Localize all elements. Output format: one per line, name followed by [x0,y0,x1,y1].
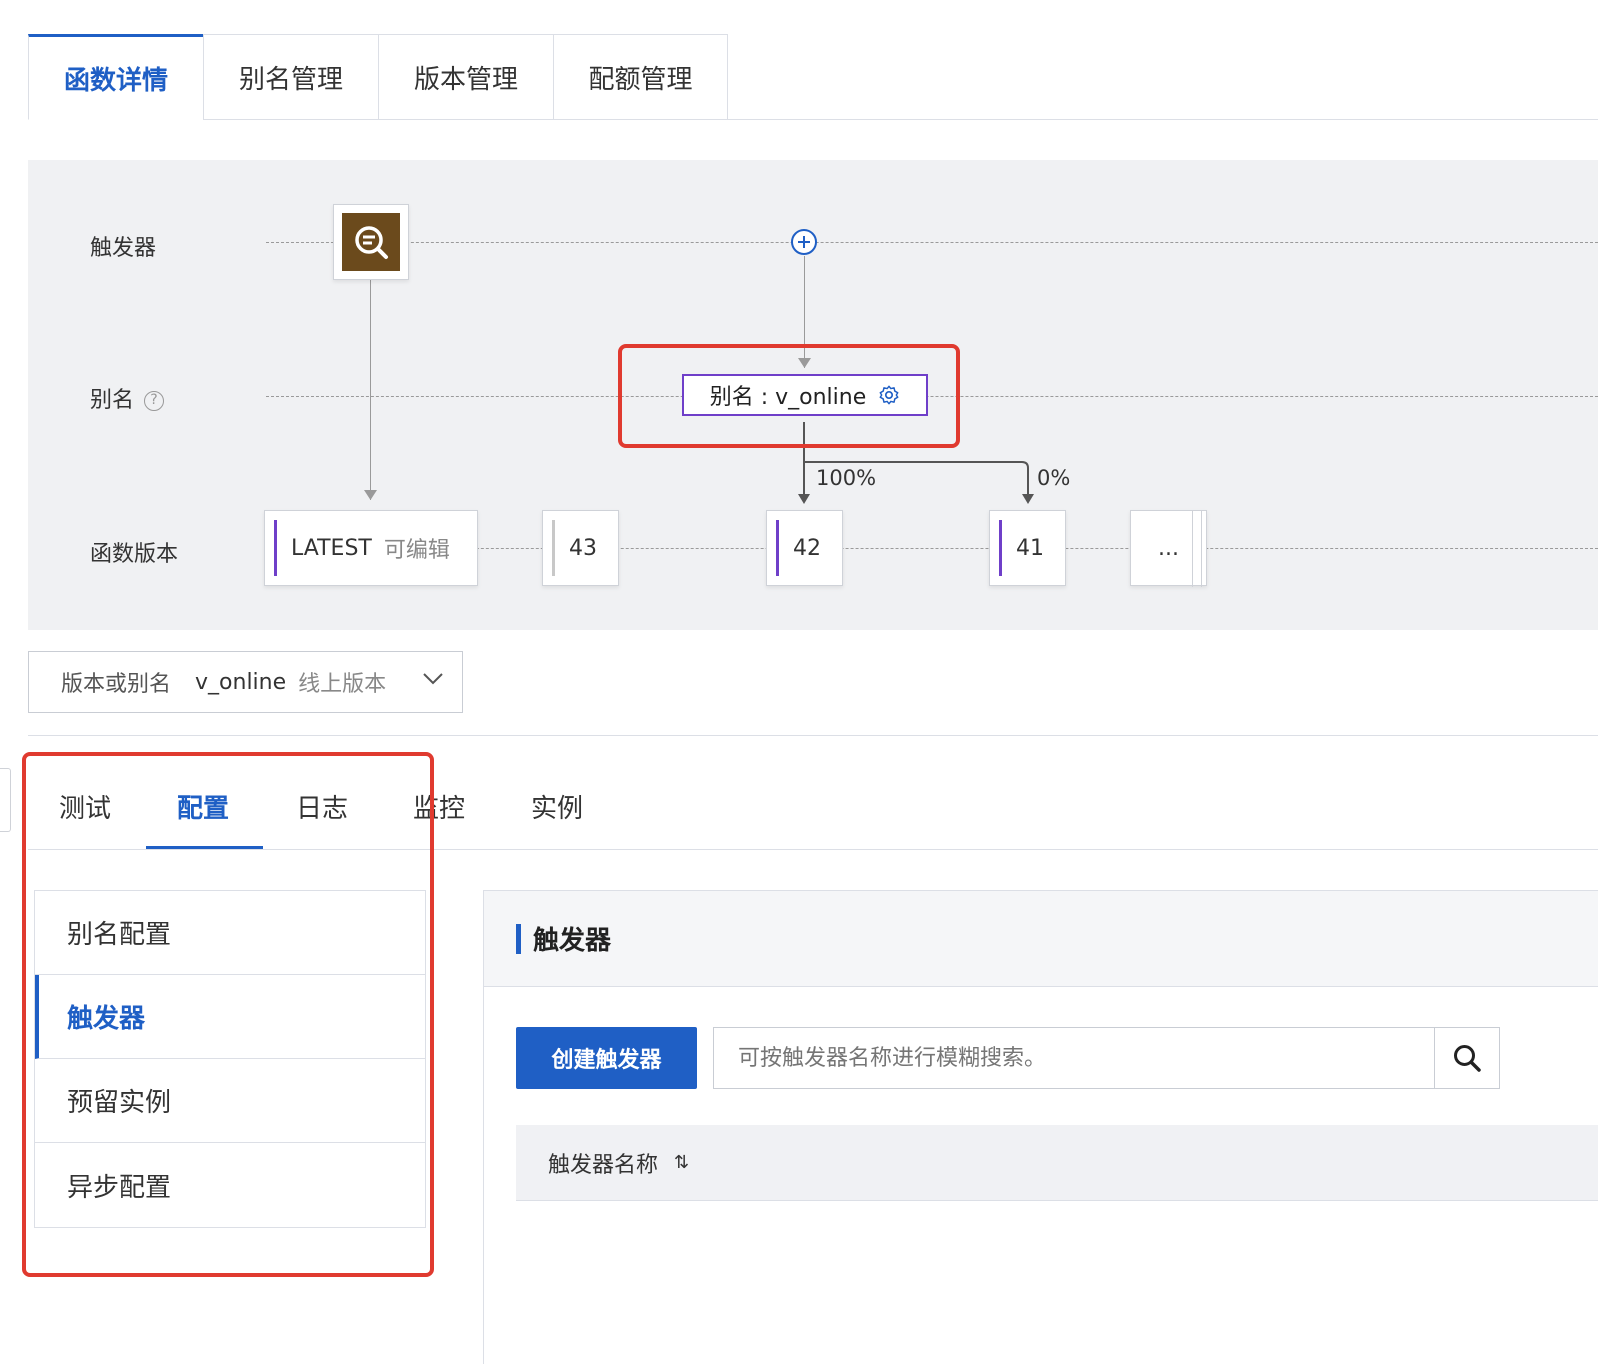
version-accent-bar [999,520,1002,576]
trigger-node[interactable] [333,204,409,280]
version-editable-label: 可编辑 [383,538,450,563]
alias-highlight-box [618,344,960,448]
version-label: 43 [569,535,597,561]
trigger-to-latest-connector [370,280,371,500]
arrow-head [364,490,377,500]
row-label-alias: 别名? [90,382,165,414]
section-divider [28,735,1598,736]
version-node[interactable]: 42 [766,510,843,586]
version-label: 42 [793,535,821,561]
search-icon [1454,1045,1481,1072]
traffic-primary-label: 100% [816,466,877,490]
side-panel-toggle[interactable] [0,768,11,832]
add-trigger-icon[interactable] [790,228,818,256]
trigger-search-icon [342,213,400,271]
chevron-down-icon [423,673,443,685]
panel-title: 触发器 [533,926,612,956]
more-versions-label: ... [1158,535,1179,561]
version-node-latest[interactable]: LATEST 可编辑 [264,510,478,586]
version-accent-bar [274,520,277,576]
version-label: LATEST [291,535,372,561]
tab-version-management[interactable]: 版本管理 [378,34,553,120]
tab-quota-management[interactable]: 配额管理 [553,34,728,120]
panel-title-accent [516,923,521,954]
version-alias-select[interactable]: 版本或别名 v_online 线上版本 [28,651,463,713]
trigger-row-line [266,242,1598,243]
row-label-version: 函数版本 [90,542,179,567]
version-accent-bar [776,520,779,576]
config-highlight-box [22,752,434,1277]
traffic-secondary-label: 0% [1037,466,1071,490]
row-label-alias-text: 别名 [90,388,135,413]
tab-instances[interactable]: 实例 [531,788,583,825]
version-node[interactable]: 41 [989,510,1066,586]
version-select-label: 版本或别名 [61,672,172,697]
trigger-table-header: 触发器名称 ⇅ [516,1125,1598,1201]
version-label: 41 [1016,535,1044,561]
tab-alias-management[interactable]: 别名管理 [203,34,378,120]
version-select-value: v_online [195,669,287,695]
trigger-panel: 触发器 创建触发器 触发器名称 ⇅ [483,890,1598,1364]
trigger-search-input[interactable] [713,1027,1435,1089]
column-header-trigger-name[interactable]: 触发器名称 [548,1147,658,1179]
help-icon[interactable]: ? [144,391,165,411]
version-select-desc: 线上版本 [298,672,387,697]
top-tabs: 函数详情 别名管理 版本管理 配额管理 [28,34,728,120]
version-node[interactable]: 43 [542,510,619,586]
version-accent-bar [552,520,555,576]
create-trigger-button[interactable]: 创建触发器 [516,1027,697,1089]
search-button[interactable] [1434,1027,1500,1089]
more-versions-node[interactable]: ... [1130,510,1207,587]
row-label-trigger: 触发器 [90,236,157,261]
panel-header: 触发器 [484,891,1598,987]
sort-icon[interactable]: ⇅ [674,1152,689,1173]
tab-function-details[interactable]: 函数详情 [28,34,203,120]
